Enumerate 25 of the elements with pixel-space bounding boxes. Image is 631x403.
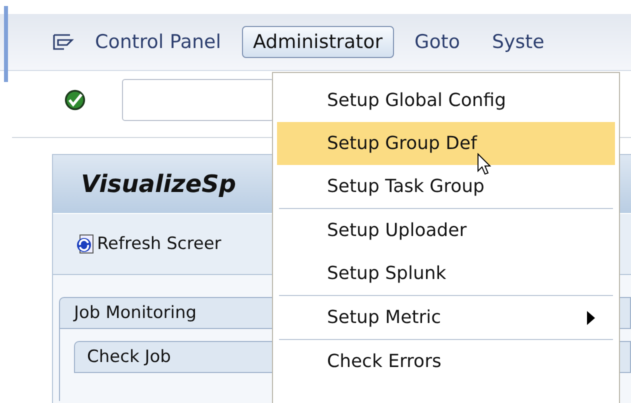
check-icon[interactable] [64,89,86,111]
menu-option-label: Setup Metric [327,307,442,328]
menu-item[interactable]: Control Panel [84,26,232,58]
menu-option-label: Setup Splunk [327,263,446,284]
menu-option[interactable]: Setup Metric [277,296,615,339]
panel-title: VisualizeSp [81,170,236,198]
menu-option[interactable]: Setup Task Group [277,165,615,208]
mouse-cursor-icon [477,153,491,175]
menu-option[interactable]: Setup Splunk [277,252,615,295]
menu-option[interactable]: Setup Global Config [277,79,615,122]
menu-item[interactable]: Goto [404,26,471,58]
refresh-icon [75,234,95,254]
menu-option-label: Setup Task Group [327,176,484,197]
menu-option[interactable]: Setup Group Def [277,122,615,165]
menu-option-label: Setup Group Def [327,133,477,154]
menu-option-label: Setup Global Config [327,90,506,111]
menu-option-label: Setup Uploader [327,220,467,241]
menu-option-label: Check Errors [327,351,442,372]
menu-option[interactable]: Check Errors [277,340,615,383]
refresh-button[interactable]: Refresh Screer [75,234,222,254]
menu-icon[interactable] [52,33,74,51]
command-field[interactable] [122,79,274,121]
menu-option[interactable]: Setup Uploader [277,209,615,252]
menu-item[interactable]: Syste [480,26,556,58]
menu-item[interactable]: Administrator [242,26,394,58]
